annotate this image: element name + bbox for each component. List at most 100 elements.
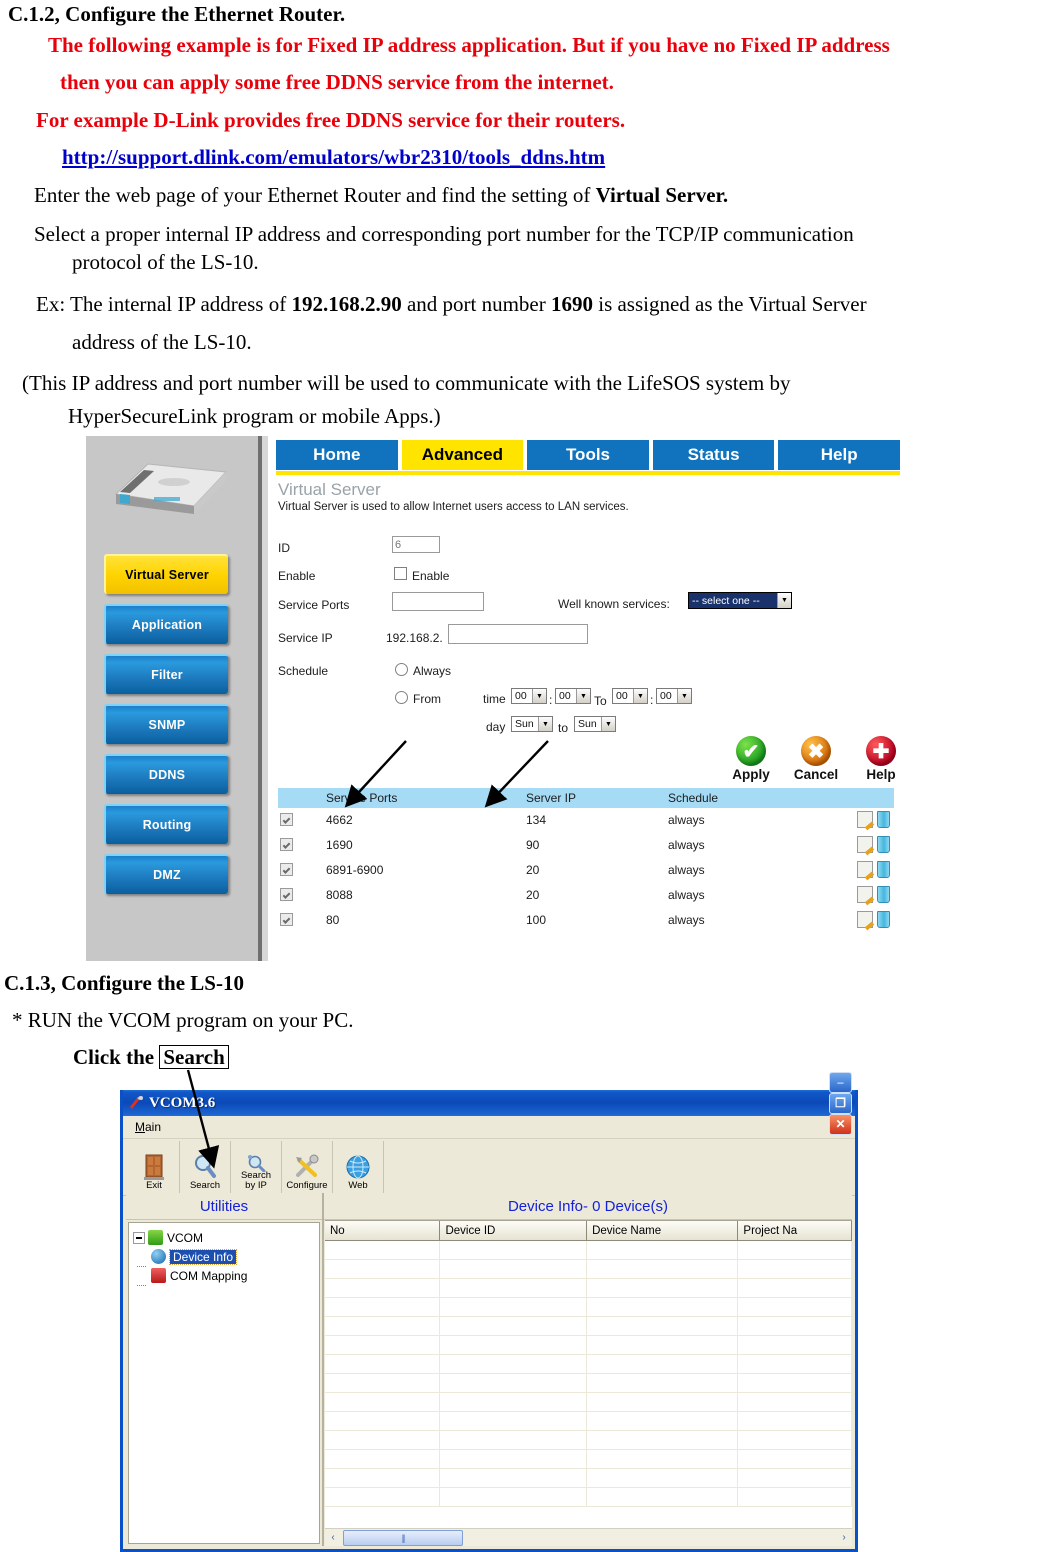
menu-item-main[interactable]: Main [135, 1120, 161, 1134]
router-tab-tools[interactable]: Tools [527, 440, 649, 470]
router-row-checkbox[interactable] [280, 813, 293, 826]
day-to-select[interactable]: Sun ▼ [574, 716, 616, 732]
grid-column-header-device-id[interactable]: Device ID [440, 1221, 588, 1240]
instruction-note-lifesos: (This IP address and port number will be… [22, 371, 791, 395]
schedule-from-radio[interactable] [395, 691, 408, 704]
scrollbar-thumb[interactable]: |||| [343, 1529, 463, 1546]
close-button[interactable]: ✕ [829, 1113, 852, 1135]
id-input[interactable]: 6 [392, 536, 440, 553]
grid-empty-row [325, 1317, 852, 1336]
warning-line-2: then you can apply some free DDNS servic… [60, 70, 614, 94]
toolbar-exit-button[interactable]: Exit [129, 1141, 180, 1193]
router-sidebar-button-application[interactable]: Application [104, 604, 228, 644]
router-cell-schedule: always [668, 863, 705, 877]
grid-empty-cell [738, 1279, 852, 1297]
toolbar-search-by-ip-button[interactable]: Search by IP [231, 1141, 282, 1193]
grid-empty-cell [325, 1279, 441, 1297]
tree-item-com-mapping[interactable]: COM Mapping [133, 1266, 315, 1286]
router-tab-help[interactable]: Help [778, 440, 900, 470]
router-sidebar-button-label: DDNS [148, 768, 186, 782]
service-ports-input[interactable] [392, 592, 484, 611]
enable-checkbox[interactable] [394, 567, 407, 580]
router-cell-service-ports: 8088 [326, 888, 353, 902]
edit-icon[interactable] [857, 886, 873, 903]
router-sidebar-button-dmz[interactable]: DMZ [104, 854, 228, 894]
grid-column-header-project-na[interactable]: Project Na [738, 1221, 852, 1240]
toolbar-search-button[interactable]: Search [180, 1141, 231, 1193]
router-help-button[interactable]: ✚ Help [853, 736, 904, 782]
vcom-application-window: VCOM3.6 – ❐ ✕ Main Exit Search Search by… [120, 1071, 858, 1552]
toolbar-configure-label: Configure [286, 1180, 328, 1192]
time-from-hour-select[interactable]: 00 ▼ [511, 688, 547, 704]
trash-icon[interactable] [877, 836, 890, 853]
scroll-left-arrow-icon[interactable]: ‹ [325, 1530, 341, 1545]
time-from-min-select[interactable]: 00 ▼ [555, 688, 591, 704]
router-cell-server-ip: 134 [526, 813, 547, 827]
grid-empty-cell [587, 1488, 739, 1506]
time-to-hour-select[interactable]: 00 ▼ [612, 688, 648, 704]
router-apply-button[interactable]: ✔ Apply [723, 736, 779, 782]
grid-empty-row [325, 1336, 852, 1355]
router-row-checkbox[interactable] [280, 888, 293, 901]
router-row-checkbox[interactable] [280, 913, 293, 926]
router-row-checkbox[interactable] [280, 838, 293, 851]
grid-column-header-no[interactable]: No [325, 1221, 441, 1240]
edit-icon[interactable] [857, 836, 873, 853]
grid-empty-cell [325, 1393, 441, 1411]
router-tab-home[interactable]: Home [276, 440, 398, 470]
minimize-button[interactable]: – [829, 1071, 852, 1093]
router-page-subtitle: Virtual Server is used to allow Internet… [278, 501, 629, 513]
edit-icon[interactable] [857, 811, 873, 828]
horizontal-scrollbar[interactable]: ‹ |||| › [325, 1528, 852, 1546]
page-heading-c13: C.1.3, Configure the LS-10 [4, 971, 244, 995]
grid-empty-row [325, 1260, 852, 1279]
warning-line-3: For example D-Link provides free DDNS se… [36, 108, 626, 132]
instruction-select-ip: Select a proper internal IP address and … [34, 222, 854, 246]
grid-column-header-device-name[interactable]: Device Name [587, 1221, 739, 1240]
router-row-actions [857, 861, 890, 878]
router-table-row: 80 100 always [278, 908, 894, 933]
router-cancel-button[interactable]: ✖ Cancel [788, 736, 844, 782]
service-ip-input[interactable] [448, 624, 588, 644]
click-the-text: Click the [73, 1045, 160, 1069]
router-tab-label: Status [687, 445, 740, 464]
vcom-menu-bar: Main [123, 1116, 855, 1139]
edit-icon[interactable] [857, 861, 873, 878]
router-sidebar-button-label: Routing [142, 818, 192, 832]
ddns-service-link[interactable]: http://support.dlink.com/emulators/wbr23… [62, 145, 605, 170]
toolbar-configure-button[interactable]: Configure [282, 1141, 333, 1193]
router-table-header-2: Schedule [668, 791, 719, 805]
tree-collapse-icon[interactable] [133, 1231, 145, 1244]
grid-empty-cell [587, 1450, 739, 1468]
router-row-checkbox[interactable] [280, 863, 293, 876]
tree-item-device-info[interactable]: Device Info [133, 1247, 315, 1267]
router-tab-advanced[interactable]: Advanced [401, 440, 524, 470]
trash-icon[interactable] [877, 886, 890, 903]
toolbar-search-label: Search [189, 1180, 221, 1192]
trash-icon[interactable] [877, 911, 890, 928]
trash-icon[interactable] [877, 811, 890, 828]
service-ip-prefix: 192.168.2. [386, 631, 443, 645]
maximize-button[interactable]: ❐ [829, 1092, 852, 1114]
trash-icon[interactable] [877, 861, 890, 878]
grid-empty-cell [440, 1488, 588, 1506]
time-to-min-select[interactable]: 00 ▼ [656, 688, 692, 704]
scroll-right-arrow-icon[interactable]: › [836, 1530, 852, 1545]
router-sidebar-button-ddns[interactable]: DDNS [104, 754, 228, 794]
grid-empty-row [325, 1279, 852, 1298]
router-sidebar-button-virtual-server[interactable]: Virtual Server [104, 554, 228, 594]
utilities-panel-title: Utilities [126, 1193, 322, 1220]
well-known-services-select[interactable]: -- select one -- ▼ [688, 592, 792, 609]
grid-empty-cell [738, 1469, 852, 1487]
example-ip-address: 192.168.2.90 [291, 292, 402, 316]
router-sidebar-button-snmp[interactable]: SNMP [104, 704, 228, 744]
tree-item-vcom[interactable]: VCOM [133, 1228, 315, 1247]
toolbar-web-button[interactable]: Web [333, 1141, 384, 1193]
day-from-select[interactable]: Sun ▼ [511, 716, 553, 732]
router-sidebar-button-routing[interactable]: Routing [104, 804, 228, 844]
close-icon: ✕ [835, 1116, 846, 1131]
edit-icon[interactable] [857, 911, 873, 928]
router-sidebar-button-filter[interactable]: Filter [104, 654, 228, 694]
schedule-always-radio[interactable] [395, 663, 408, 676]
router-tab-status[interactable]: Status [652, 440, 775, 470]
